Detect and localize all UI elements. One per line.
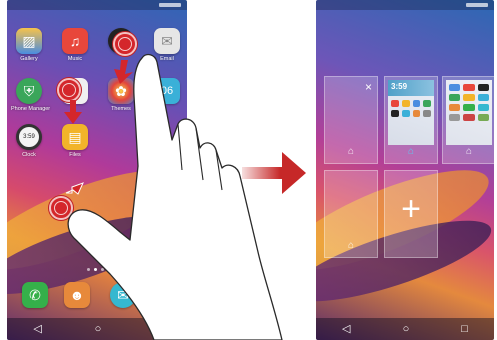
thumb-app-grid (446, 80, 492, 125)
themes-icon: ✿ (108, 78, 134, 104)
home-button[interactable]: ○ (403, 323, 410, 335)
mini-app-icon (401, 110, 410, 117)
mini-app-icon (463, 114, 475, 121)
thumb-app-grid (388, 96, 434, 121)
status-bar (7, 0, 187, 10)
email-icon: ✉ (154, 28, 180, 54)
mini-app-icon (449, 104, 461, 111)
transition-arrow-icon (242, 152, 306, 194)
mini-app-icon (391, 100, 399, 107)
home-screen-thumb-empty-2[interactable]: ⌂ (324, 170, 378, 258)
close-icon[interactable]: × (365, 80, 372, 94)
page-dot-active (94, 268, 97, 271)
back-button[interactable]: ◁ (342, 323, 350, 335)
navigation-bar: ◁ ○ □ (316, 318, 494, 340)
mini-app-icon (423, 100, 431, 107)
app-label: Files (69, 152, 81, 158)
app-gallery[interactable]: ▨ Gallery (11, 28, 47, 62)
status-indicators (159, 3, 181, 7)
messages-icon: ✉ (110, 282, 136, 308)
app-label: Phone Manager (11, 106, 51, 112)
mini-app-icon (463, 94, 475, 101)
left-phone-screen: ▨ Gallery ♫ Music ● ✉ Email ⛨ Phone Mana… (7, 0, 187, 340)
mini-app-icon (412, 110, 421, 117)
mini-app-icon (449, 94, 461, 101)
plus-icon: + (401, 189, 421, 228)
shield-icon: ⛨ (16, 78, 42, 104)
music-icon: ♫ (62, 28, 88, 54)
calendar-icon: 06 (154, 78, 180, 104)
app-calendar[interactable]: 06 (149, 78, 185, 106)
mini-app-icon (412, 100, 421, 107)
recent-apps-button[interactable]: □ (154, 323, 161, 335)
touch-point-middle (57, 78, 81, 102)
contacts-icon: ☻ (64, 282, 90, 308)
app-email[interactable]: ✉ Email (149, 28, 185, 62)
mini-app-icon (449, 114, 461, 121)
navigation-bar: ◁ ○ □ (7, 318, 187, 340)
phone-icon: ✆ (22, 282, 48, 308)
app-themes[interactable]: ✿ Themes (103, 78, 139, 112)
page-dot (101, 268, 104, 271)
right-phone-screen: × ⌂ 3:59 ⌂ ⌂ ⌂ + ◁ ○ □ (316, 0, 494, 340)
app-phone-manager[interactable]: ⛨ Phone Manager (11, 78, 51, 112)
thumb-preview: 3:59 (388, 80, 434, 145)
page-dot (87, 268, 90, 271)
app-files[interactable]: ▤ Files (57, 124, 93, 158)
mini-app-icon (463, 104, 475, 111)
page-indicator (87, 268, 104, 271)
mini-app-icon (463, 84, 475, 91)
mini-app-icon (477, 114, 489, 121)
app-label: Themes (111, 106, 131, 112)
touch-point-bottom (49, 196, 73, 220)
app-label: Gallery (20, 56, 38, 62)
home-screen-thumb-apps[interactable]: ⌂ (442, 76, 494, 164)
thumb-clock-widget: 3:59 (388, 80, 434, 96)
mini-app-icon (477, 104, 489, 111)
home-button[interactable]: ○ (95, 323, 102, 335)
app-label: Email (160, 56, 174, 62)
back-button[interactable]: ◁ (33, 323, 41, 335)
home-icon[interactable]: ⌂ (348, 146, 354, 157)
app-clock[interactable]: 3:59 Clock (11, 124, 47, 158)
status-bar (316, 0, 494, 10)
add-home-screen-button[interactable]: + (384, 170, 438, 258)
gallery-icon: ▨ (16, 28, 42, 54)
home-screen-thumb-empty[interactable]: × ⌂ (324, 76, 378, 164)
touch-point-top-right (113, 32, 137, 56)
mini-app-icon (449, 84, 461, 91)
home-icon[interactable]: ⌂ (408, 146, 414, 157)
home-icon[interactable]: ⌂ (466, 146, 472, 157)
dock-contacts[interactable]: ☻ (59, 282, 95, 308)
mini-app-icon (477, 84, 489, 91)
home-icon[interactable]: ⌂ (348, 240, 354, 251)
files-icon: ▤ (62, 124, 88, 150)
app-label: Clock (22, 152, 36, 158)
home-screen-thumb-main[interactable]: 3:59 ⌂ (384, 76, 438, 164)
app-music[interactable]: ♫ Music (57, 28, 93, 62)
recent-apps-button[interactable]: □ (461, 323, 468, 335)
dock-messages[interactable]: ✉ (105, 282, 141, 308)
clock-icon: 3:59 (16, 124, 42, 150)
app-label: Music (67, 56, 83, 62)
mini-app-icon (391, 110, 399, 117)
dock-phone[interactable]: ✆ (17, 282, 53, 308)
thumb-preview (446, 80, 492, 145)
mini-app-icon (423, 110, 431, 117)
status-indicators (466, 3, 488, 7)
mini-app-icon (401, 100, 410, 107)
mini-app-icon (477, 94, 489, 101)
